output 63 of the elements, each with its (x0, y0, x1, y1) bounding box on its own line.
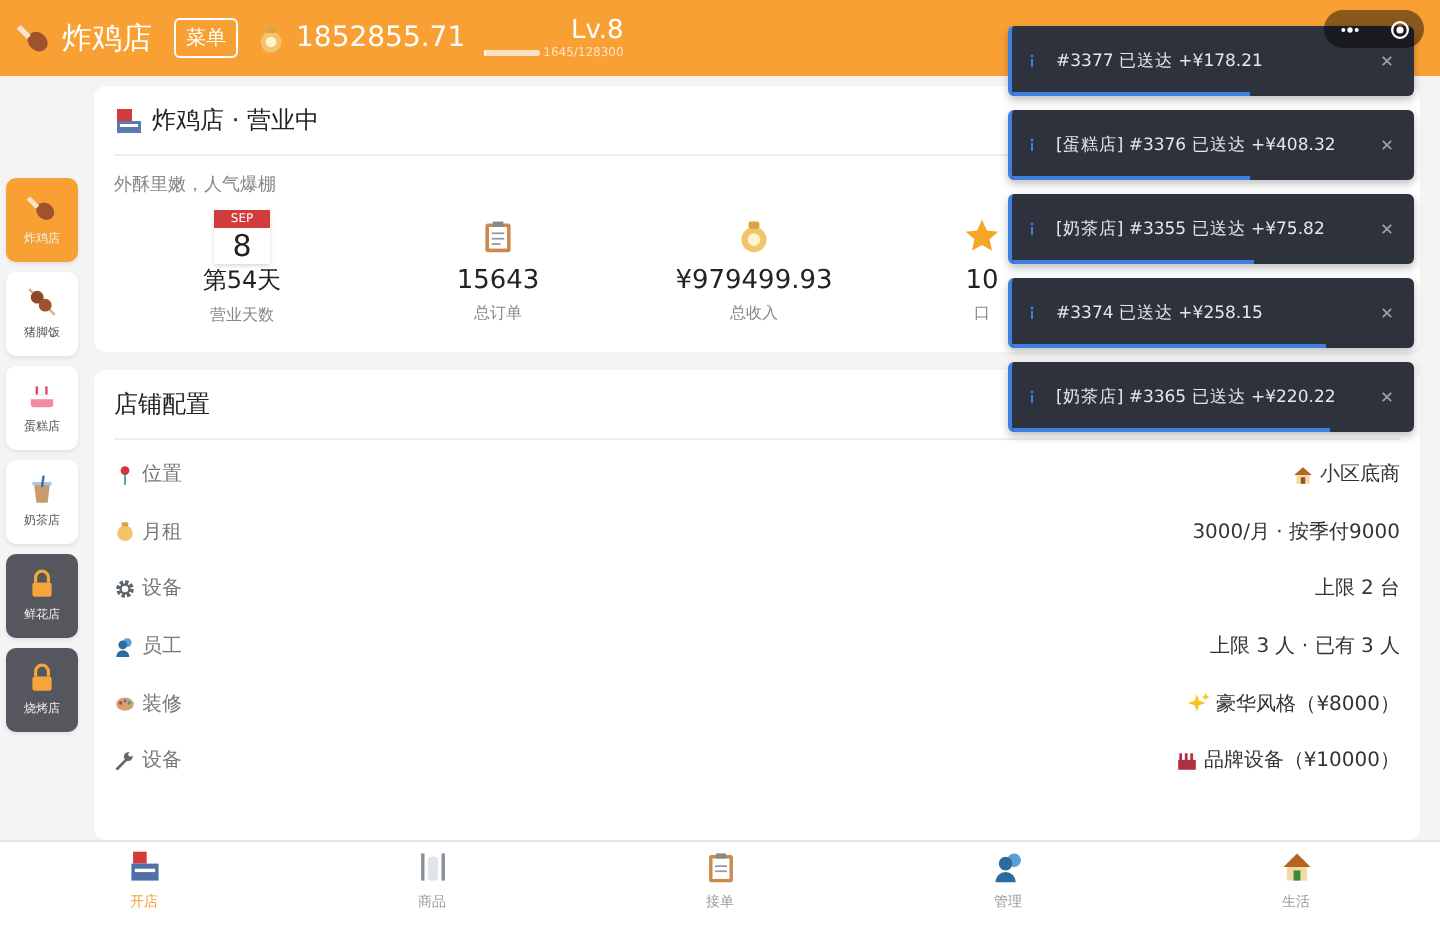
toast-text: [奶茶店] #3355 已送达 +¥75.82 (1056, 217, 1327, 241)
lock-icon (26, 662, 58, 694)
slogan-text: 外酥里嫩，人气爆棚 (114, 173, 278, 198)
card-title: 店铺配置 (114, 387, 210, 421)
palette-icon (114, 692, 136, 715)
factory-icon (1175, 749, 1198, 772)
config-label: 月租 (142, 519, 182, 546)
bubble-tea-icon (26, 474, 58, 506)
config-label: 装修 (142, 691, 182, 718)
stat-label: 口 (974, 302, 990, 324)
info-icon (1028, 52, 1036, 70)
store-icon[interactable] (127, 850, 161, 884)
sparkle-icon (1188, 692, 1211, 715)
calendar-day: 8 (232, 228, 252, 264)
config-value: 豪华风格（¥8000） (1216, 691, 1400, 718)
clipboard-icon (480, 218, 516, 254)
money-bag-icon (114, 520, 136, 543)
config-value: 小区底商 (1320, 461, 1400, 489)
stat-value: 第54天 (202, 264, 282, 298)
exp-bar (483, 49, 540, 55)
info-icon (1028, 304, 1036, 322)
stat-value: 10 (965, 266, 999, 296)
info-icon (1028, 136, 1036, 154)
config-label: 位置 (142, 461, 182, 489)
config-label: 员工 (142, 634, 182, 661)
config-value: 品牌设备（¥10000） (1203, 748, 1400, 775)
house-icon[interactable] (1279, 850, 1313, 884)
money-bag-icon (256, 23, 286, 53)
stat-label: 总收入 (730, 302, 778, 324)
stat-value: 15643 (456, 266, 540, 296)
gear-icon (114, 577, 136, 600)
lock-icon (26, 568, 58, 600)
wrench-icon (114, 749, 136, 772)
star-icon (964, 218, 1000, 254)
clipboard-icon[interactable] (703, 850, 737, 884)
drumstick-icon (26, 192, 58, 224)
config-value: 上限 2 台 (1314, 575, 1400, 603)
stat-label: 营业天数 (210, 304, 274, 326)
money-bag-icon (736, 218, 772, 254)
toast-text: #3374 已送达 +¥258.15 (1056, 301, 1265, 325)
toast-text: #3377 已送达 +¥178.21 (1056, 49, 1265, 73)
info-icon (1028, 388, 1036, 406)
shop-name: 炸鸡店 (62, 19, 152, 57)
config-label: 设备 (142, 748, 182, 775)
skewer-icon (26, 286, 58, 318)
stat-label: 总订单 (474, 302, 522, 324)
menu-button[interactable]: 菜单 (174, 18, 238, 58)
info-icon (1028, 220, 1036, 238)
toast-text: [奶茶店] #3365 已送达 +¥220.22 (1056, 385, 1338, 409)
stat-value: ¥979499.93 (675, 266, 833, 296)
person-icon (114, 635, 136, 658)
level-label: Lv.8 (570, 17, 624, 45)
store-icon (114, 105, 144, 135)
config-label: 设备 (142, 576, 182, 603)
drumstick-icon (16, 20, 52, 56)
config-value: 上限 3 人 · 已有 3 人 (1210, 633, 1400, 661)
toast-text: [蛋糕店] #3376 已送达 +¥408.32 (1056, 133, 1338, 157)
house-icon (1292, 463, 1314, 486)
cake-icon (26, 380, 58, 412)
config-value: 3000/月 · 按季付9000 (1192, 519, 1400, 546)
card-title: 炸鸡店 · 营业中 (152, 103, 319, 137)
people-icon[interactable] (991, 850, 1025, 884)
money-amount: 1852855.71 (296, 22, 466, 54)
